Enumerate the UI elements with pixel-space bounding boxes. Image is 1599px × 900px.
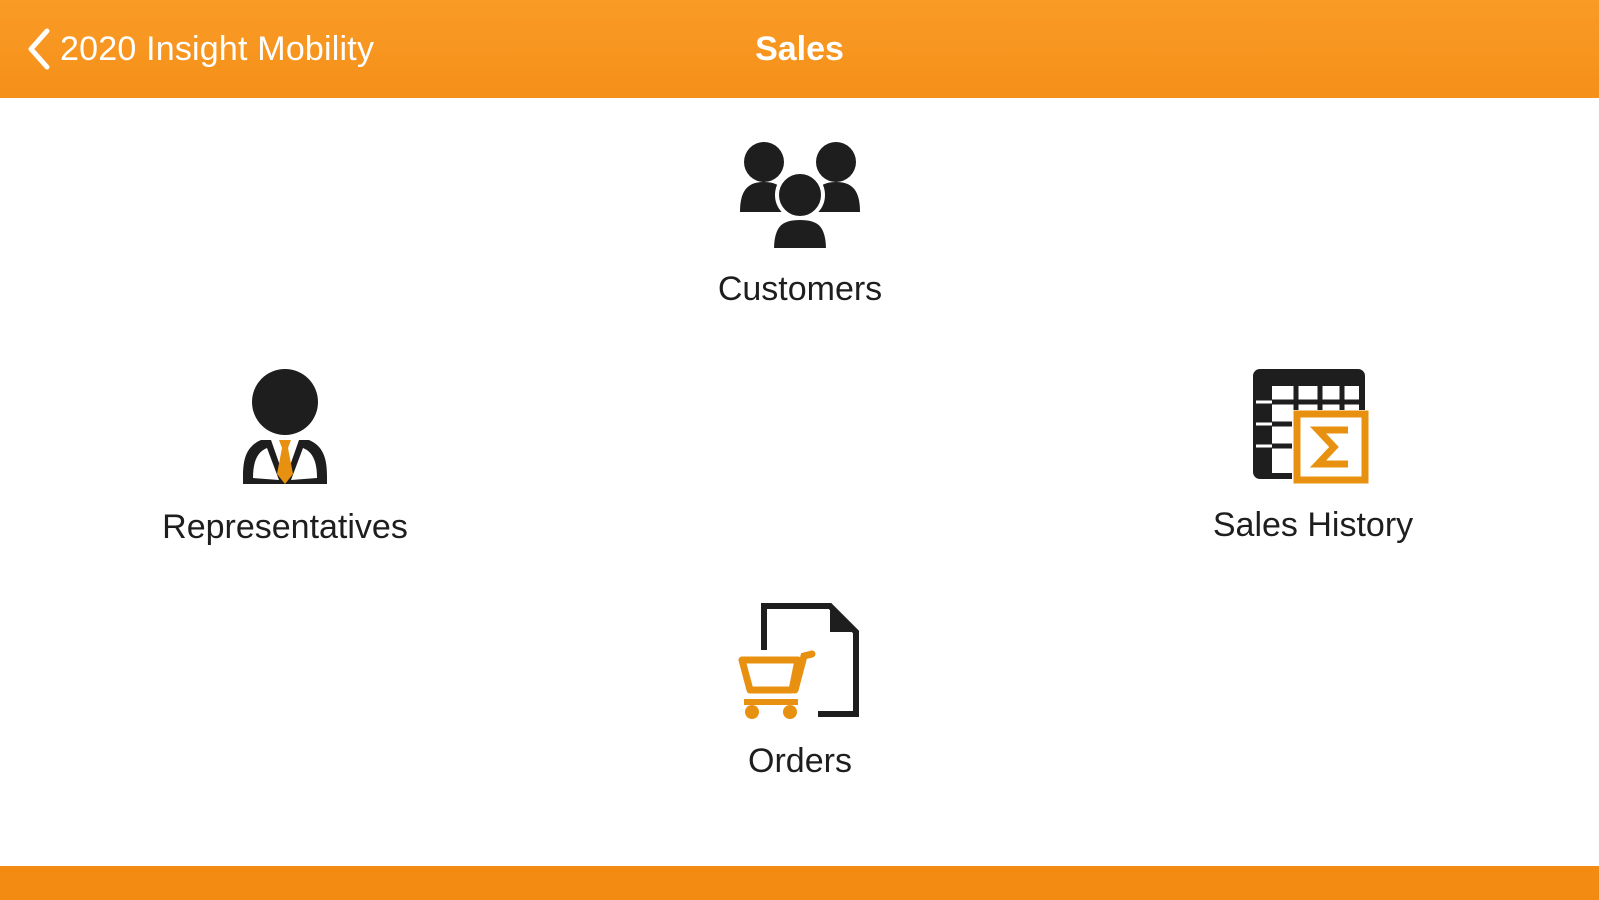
spreadsheet-sigma-icon xyxy=(1253,369,1369,484)
document-cart-icon xyxy=(738,603,859,724)
customers-menu-item[interactable]: Customers xyxy=(640,140,960,309)
bottom-bar xyxy=(0,866,1599,900)
sales-screen: 2020 Insight Mobility Sales Customers Re… xyxy=(0,0,1599,900)
sales-history-menu-item[interactable]: Sales History xyxy=(1153,368,1473,545)
representatives-menu-item[interactable]: Representatives xyxy=(125,368,445,547)
back-button[interactable]: 2020 Insight Mobility xyxy=(26,24,374,74)
sales-history-label: Sales History xyxy=(1212,506,1414,544)
representatives-label: Representatives xyxy=(162,508,408,546)
back-button-label: 2020 Insight Mobility xyxy=(60,29,375,68)
sales-rep-icon xyxy=(243,369,327,484)
orders-label: Orders xyxy=(748,742,852,780)
people-group-icon xyxy=(740,142,860,252)
chevron-left-icon xyxy=(28,28,50,70)
navigation-bar: 2020 Insight Mobility Sales xyxy=(0,0,1599,98)
orders-menu-item[interactable]: Orders xyxy=(640,602,960,781)
customers-label: Customers xyxy=(717,270,883,308)
